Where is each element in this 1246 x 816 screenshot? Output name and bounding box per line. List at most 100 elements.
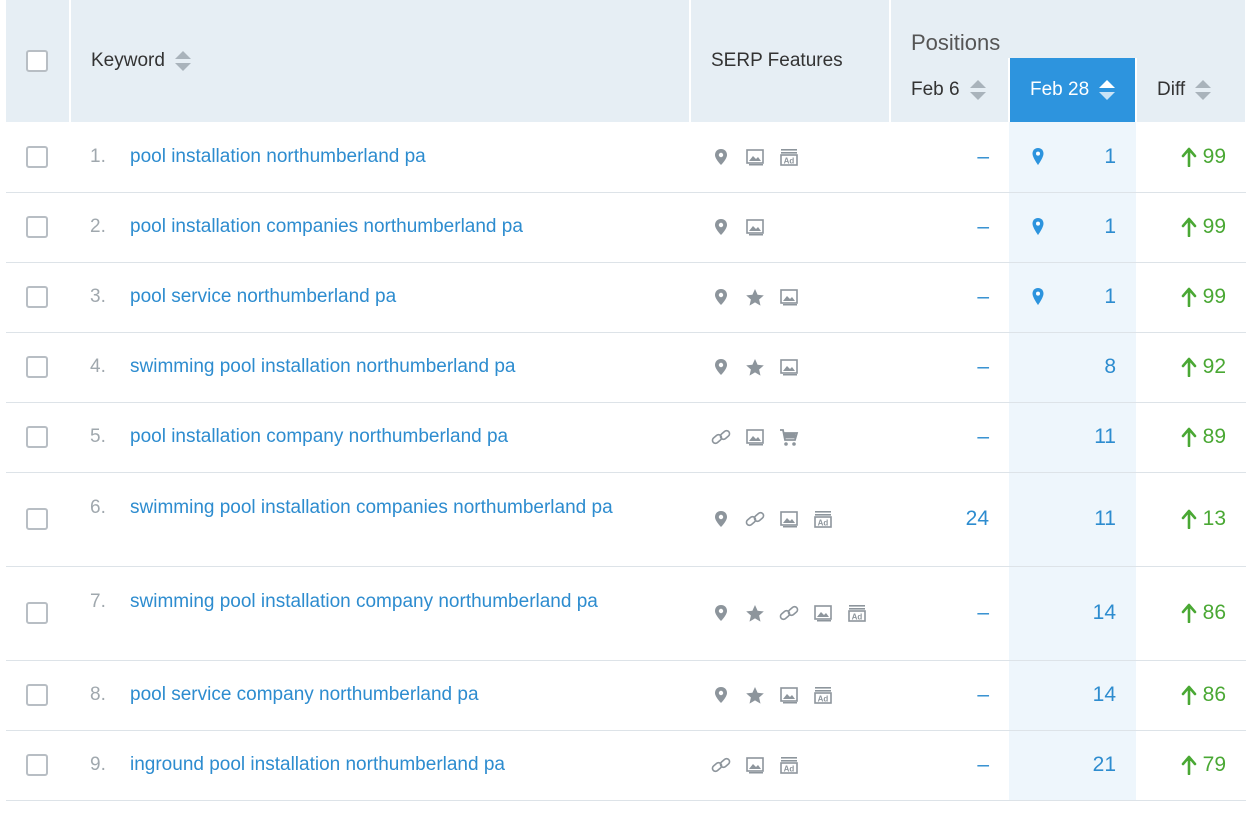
row-check-cell (6, 402, 70, 473)
row-check-cell (6, 660, 70, 731)
feb6-position: – (890, 660, 1009, 731)
diff-value: 79 (1202, 753, 1226, 776)
feb6-position: 24 (890, 472, 1009, 567)
link-icon (711, 757, 731, 773)
feb28-header-label: Feb 28 (1030, 79, 1090, 101)
diff-value-cell: 89 (1136, 402, 1246, 473)
cart-icon (780, 429, 799, 446)
arrow-up-icon (1181, 288, 1196, 308)
feb28-position: 8 (1009, 332, 1136, 403)
sort-icon[interactable] (1195, 78, 1212, 102)
diff-value-cell: 99 (1136, 262, 1246, 333)
keyword-link[interactable]: inground pool installation northumberlan… (130, 754, 505, 775)
sort-icon[interactable] (174, 49, 191, 73)
feb28-position: 1 (1009, 192, 1136, 263)
keyword-cell: 4. swimming pool installation northumberl… (70, 332, 690, 403)
serp-column-header: SERP Features (690, 0, 891, 122)
arrow-up-icon (1181, 358, 1196, 378)
image-icon (780, 511, 798, 528)
row-checkbox[interactable] (26, 753, 48, 776)
table-row: 5. pool installation company northumberla… (6, 402, 1246, 473)
feb28-position: 21 (1009, 730, 1136, 801)
keyword-link[interactable]: pool service northumberland pa (130, 286, 396, 307)
row-check-cell (6, 730, 70, 801)
diff-value: 99 (1202, 285, 1226, 308)
row-checkbox[interactable] (26, 425, 48, 448)
row-index: 6. (90, 496, 106, 518)
row-checkbox[interactable] (26, 145, 48, 168)
map-pin-icon (1032, 288, 1044, 305)
keyword-cell: 6. swimming pool installation companies n… (70, 472, 690, 567)
sort-icon[interactable] (969, 78, 986, 102)
star-icon (746, 686, 764, 704)
keyword-link[interactable]: pool installation northumberland pa (130, 146, 426, 167)
select-all-checkbox[interactable] (26, 49, 48, 72)
feb28-value: 1 (1104, 215, 1116, 238)
row-check-cell (6, 122, 70, 193)
diff-header-label: Diff (1157, 79, 1186, 101)
row-checkbox[interactable] (26, 355, 48, 378)
feb6-value: – (977, 601, 989, 624)
keyword-link[interactable]: pool service company northumberland pa (130, 684, 479, 705)
keyword-cell: 5. pool installation company northumberla… (70, 402, 690, 473)
svg-text:Ad: Ad (818, 694, 829, 703)
keyword-cell: 7. swimming pool installation company nor… (70, 566, 690, 661)
row-index: 8. (90, 684, 106, 705)
sort-icon[interactable] (1099, 78, 1116, 102)
feb6-column-header[interactable]: Feb 6 (890, 58, 1010, 122)
diff-value-cell: 92 (1136, 332, 1246, 403)
feb6-value: – (977, 355, 989, 378)
diff-column-header[interactable]: Diff (1136, 58, 1246, 122)
row-index: 4. (90, 356, 106, 377)
map-pin-icon (715, 510, 727, 527)
keyword-link[interactable]: swimming pool installation companies nor… (130, 497, 613, 518)
row-checkbox[interactable] (26, 285, 48, 308)
arrow-up-icon (1181, 686, 1196, 706)
serp-features-cell (690, 192, 890, 263)
row-check-cell (6, 472, 70, 567)
row-index: 3. (90, 286, 106, 307)
table-row: 1. pool installation northumberland pa Ad… (6, 122, 1246, 193)
map-pin-icon (715, 148, 727, 165)
serp-features-cell: Ad (690, 660, 890, 731)
feb28-column-header[interactable]: Feb 28 (1009, 58, 1137, 122)
row-check-cell (6, 192, 70, 263)
diff-value: 92 (1202, 355, 1226, 378)
row-checkbox[interactable] (26, 507, 48, 530)
diff-value: 86 (1202, 601, 1226, 624)
feb6-position: – (890, 402, 1009, 473)
arrow-up-icon (1181, 218, 1196, 238)
table-row: 3. pool service northumberland pa – 1 99 (6, 262, 1246, 333)
keyword-link[interactable]: swimming pool installation northumberlan… (130, 356, 515, 377)
star-icon (746, 604, 764, 622)
feb6-position: – (890, 566, 1009, 661)
keyword-link[interactable]: pool installation companies northumberla… (130, 216, 523, 237)
keyword-column-header[interactable]: Keyword (70, 0, 691, 122)
feb28-position: 14 (1009, 566, 1136, 661)
serp-features-cell: Ad (690, 472, 890, 567)
serp-features-cell: Ad (690, 122, 890, 193)
image-icon (780, 359, 798, 376)
keyword-cell: 9. inground pool installation northumberl… (70, 730, 690, 801)
row-checkbox[interactable] (26, 215, 48, 238)
row-index: 1. (90, 145, 106, 167)
arrow-up-icon (1181, 756, 1196, 776)
keyword-link[interactable]: pool installation company northumberland… (130, 426, 508, 447)
row-index: 9. (90, 754, 106, 775)
keyword-link[interactable]: swimming pool installation company north… (130, 591, 598, 612)
map-pin-icon (715, 686, 727, 703)
feb28-position: 11 (1009, 472, 1136, 567)
svg-text:Ad: Ad (784, 764, 795, 773)
arrow-up-icon (1181, 510, 1196, 530)
row-checkbox[interactable] (26, 683, 48, 706)
diff-value-cell: 86 (1136, 660, 1246, 731)
serp-features-cell: Ad (690, 730, 890, 801)
feb28-value: 14 (1092, 601, 1116, 624)
row-checkbox[interactable] (26, 601, 48, 624)
table-row: 7. swimming pool installation company nor… (6, 566, 1246, 661)
arrow-up-icon (1181, 604, 1196, 624)
image-icon (746, 148, 764, 166)
row-check-cell (6, 566, 70, 661)
feb6-position: – (890, 192, 1009, 263)
diff-value: 99 (1202, 144, 1226, 168)
